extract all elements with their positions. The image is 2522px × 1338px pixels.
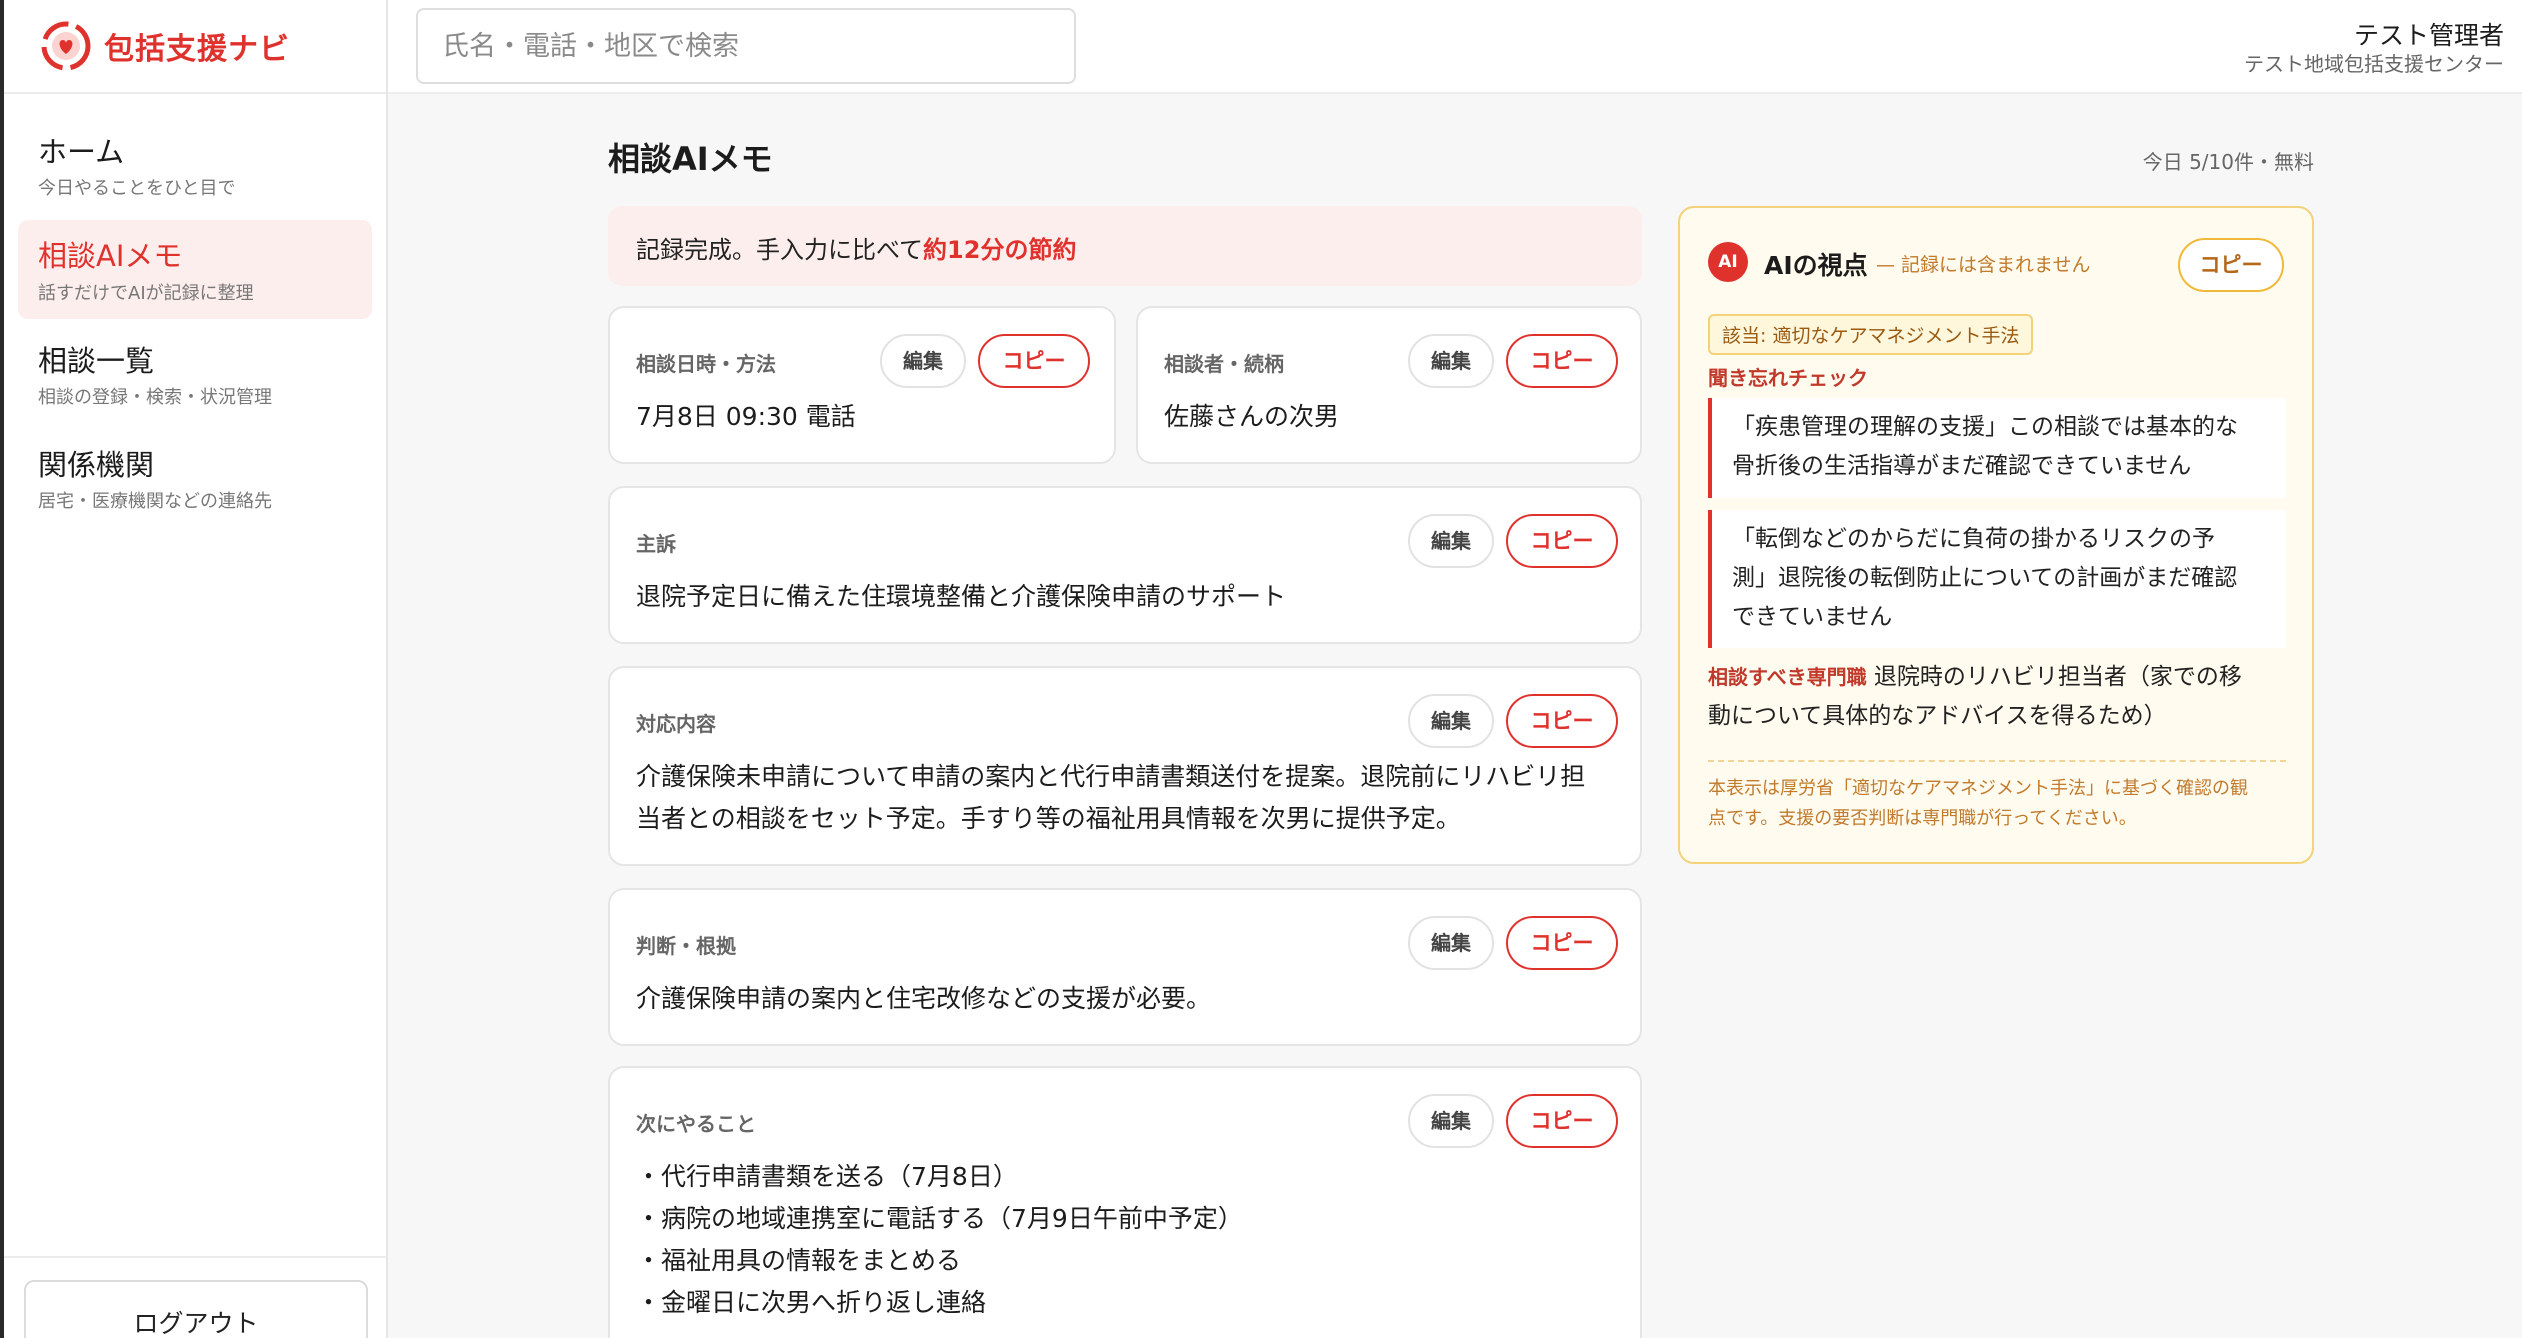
search-input[interactable]	[416, 8, 1076, 84]
sidebar-item-description: 今日やることをひと目で	[38, 178, 236, 200]
check-text-line: 測」退院後の転倒防止についての計画がまだ確認	[1732, 565, 2238, 591]
card-response: 対応内容 編集 コピー 介護保険未申請について申請の案内と代行申請書類送付を提案…	[608, 666, 1642, 866]
card-label: 判断・根拠	[636, 934, 736, 958]
page-title: 相談AIメモ	[608, 140, 773, 178]
sidebar-item-description: 話すだけでAIが記録に整理	[38, 282, 254, 304]
completion-banner: 記録完成。手入力に比べて約12分の節約	[608, 206, 1642, 286]
card-value-line: 当者との相談をセット予定。手すり等の福祉用具情報を次男に提供予定。	[636, 804, 1461, 833]
list-item: ・代行申請書類を送る（7月8日）	[636, 1162, 1018, 1191]
sidebar-item-consultations[interactable]: 相談一覧 相談の登録・検索・状況管理	[18, 325, 372, 423]
card-next-actions: 次にやること 編集 コピー ・代行申請書類を送る（7月8日） ・病院の地域連携室…	[608, 1066, 1642, 1338]
sidebar-item-description: 居宅・医療機関などの連絡先	[38, 491, 272, 512]
divider	[1708, 760, 2286, 762]
edit-button[interactable]: 編集	[1408, 916, 1494, 970]
card-label: 対応内容	[636, 712, 716, 736]
missed-question-item: 「転倒などのからだに負荷の掛かるリスクの予 測」退院後の転倒防止についての計画が…	[1708, 510, 2286, 648]
sidebar-nav: ホーム 今日やることをひと目で 相談AIメモ 話すだけでAIが記録に整理 相談一…	[4, 94, 386, 527]
logout-button[interactable]: ログアウト	[24, 1280, 368, 1338]
ai-panel-note: — 記録には含まれません	[1876, 254, 2091, 276]
sidebar-item-agencies[interactable]: 関係機関 居宅・医療機関などの連絡先	[18, 429, 372, 527]
sidebar-item-description: 相談の登録・検索・状況管理	[38, 386, 272, 408]
user-organization: テスト地域包括支援センター	[2244, 52, 2504, 76]
sidebar-item-label: ホーム	[38, 135, 125, 169]
copy-button[interactable]: コピー	[978, 334, 1090, 388]
ai-panel-title: AIの視点	[1764, 251, 1868, 280]
logo[interactable]: 包括支援ナビ	[4, 0, 386, 94]
card-value: 介護保険申請の案内と住宅改修などの支援が必要。	[636, 984, 1212, 1013]
professional-key: 相談すべき専門職	[1708, 665, 1867, 689]
card-chief-complaint: 主訴 編集 コピー 退院予定日に備えた住環境整備と介護保険申請のサポート	[608, 486, 1642, 644]
ai-copy-button[interactable]: コピー	[2178, 238, 2284, 292]
sidebar-item-ai-memo[interactable]: 相談AIメモ 話すだけでAIが記録に整理	[18, 220, 372, 319]
sidebar-item-home[interactable]: ホーム 今日やることをひと目で	[18, 116, 372, 214]
banner-savings: 約12分の節約	[923, 236, 1077, 264]
card-value: 退院予定日に備えた住環境整備と介護保険申請のサポート	[636, 582, 1287, 611]
edit-button[interactable]: 編集	[1408, 1094, 1494, 1148]
sidebar-item-label: 相談一覧	[38, 343, 155, 378]
card-person: 相談者・続柄 編集 コピー 佐藤さんの次男	[1136, 306, 1642, 464]
card-label: 相談者・続柄	[1164, 352, 1284, 376]
check-text-line: 「疾患管理の理解の支援」この相談では基本的な	[1732, 414, 2238, 440]
usage-counter: 今日 5/10件・無料	[2142, 150, 2314, 174]
card-value-line: 介護保険未申請について申請の案内と代行申請書類送付を提案。退院前にリハビリ担	[636, 762, 1586, 791]
sidebar: 包括支援ナビ ホーム 今日やることをひと目で 相談AIメモ 話すだけでAIが記録…	[4, 0, 388, 1338]
card-datetime: 相談日時・方法 編集 コピー 7月8日 09:30 電話	[608, 306, 1116, 464]
disclaimer-line: 本表示は厚労省「適切なケアマネジメント手法」に基づく確認の観	[1708, 778, 2248, 799]
copy-button[interactable]: コピー	[1506, 1094, 1618, 1148]
check-text-line: 「転倒などのからだに負荷の掛かるリスクの予	[1732, 526, 2215, 552]
app-name: 包括支援ナビ	[104, 32, 290, 67]
heart-hands-logo-icon	[38, 18, 94, 74]
edit-button[interactable]: 編集	[1408, 514, 1494, 568]
disclaimer-line: 点です。支援の要否判断は専門職が行ってください。	[1708, 808, 2137, 829]
card-value: 7月8日 09:30 電話	[636, 402, 856, 431]
check-text-line: できていません	[1732, 604, 1893, 630]
list-item: ・病院の地域連携室に電話する（7月9日午前中予定）	[636, 1204, 1243, 1233]
user-name[interactable]: テスト管理者	[2354, 16, 2504, 52]
edit-button[interactable]: 編集	[880, 334, 966, 388]
card-label: 次にやること	[636, 1112, 756, 1136]
missed-question-item: 「疾患管理の理解の支援」この相談では基本的な 骨折後の生活指導がまだ確認できてい…	[1708, 398, 2286, 498]
edit-button[interactable]: 編集	[1408, 694, 1494, 748]
card-judgment: 判断・根拠 編集 コピー 介護保険申請の案内と住宅改修などの支援が必要。	[608, 888, 1642, 1046]
recommended-professional: 相談すべき専門職 退院時のリハビリ担当者（家での移 動について具体的なアドバイス…	[1708, 658, 2286, 736]
card-label: 主訴	[636, 532, 676, 556]
edit-button[interactable]: 編集	[1408, 334, 1494, 388]
card-value: 佐藤さんの次男	[1164, 402, 1340, 431]
sidebar-item-label: 関係機関	[38, 447, 155, 482]
professional-text: 退院時のリハビリ担当者（家での移	[1866, 664, 2242, 690]
copy-button[interactable]: コピー	[1506, 916, 1618, 970]
copy-button[interactable]: コピー	[1506, 694, 1618, 748]
sidebar-item-label: 相談AIメモ	[38, 239, 183, 274]
professional-text: 動について具体的なアドバイスを得るため）	[1708, 703, 2167, 729]
top-header: テスト管理者 テスト地域包括支援センター	[388, 0, 2522, 94]
method-tag: 該当: 適切なケアマネジメント手法	[1708, 314, 2034, 355]
ai-disclaimer: 本表示は厚労省「適切なケアマネジメント手法」に基づく確認の観 点です。支援の要否…	[1708, 774, 2286, 834]
list-item: ・金曜日に次男へ折り返し連絡	[636, 1288, 987, 1317]
copy-button[interactable]: コピー	[1506, 514, 1618, 568]
sidebar-divider	[4, 1256, 386, 1258]
copy-button[interactable]: コピー	[1506, 334, 1618, 388]
banner-text: 記録完成。手入力に比べて	[636, 236, 924, 264]
card-label: 相談日時・方法	[636, 352, 776, 376]
ai-perspective-panel: AI AIの視点 — 記録には含まれません コピー 該当: 適切なケアマネジメン…	[1678, 206, 2314, 864]
list-item: ・福祉用具の情報をまとめる	[636, 1246, 962, 1275]
check-text-line: 骨折後の生活指導がまだ確認できていません	[1732, 453, 2192, 479]
check-heading: 聞き忘れチェック	[1708, 366, 1868, 390]
ai-badge-icon: AI	[1708, 242, 1748, 282]
